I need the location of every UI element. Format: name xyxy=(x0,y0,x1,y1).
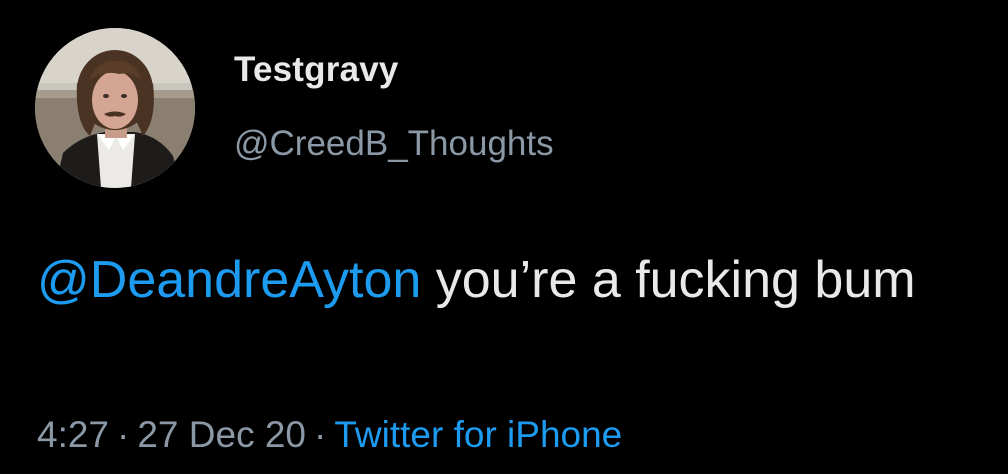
user-handle[interactable]: @CreedB_Thoughts xyxy=(234,124,554,164)
display-name[interactable]: Testgravy xyxy=(234,50,399,90)
avatar-photo xyxy=(35,28,195,188)
tweet-source-link[interactable]: Twitter for iPhone xyxy=(334,414,622,455)
tweet-meta: 4:27 · 27 Dec 20 · Twitter for iPhone xyxy=(37,414,622,456)
tweet-time: 4:27 xyxy=(37,414,110,455)
tweet: Testgravy @CreedB_Thoughts @DeandreAyton… xyxy=(0,0,1008,474)
separator-dot: · xyxy=(314,414,327,455)
tweet-date: 27 Dec 20 xyxy=(137,414,307,455)
tweet-text: @DeandreAyton you’re a fucking bum xyxy=(37,240,987,320)
mention-link[interactable]: @DeandreAyton xyxy=(37,251,421,309)
tweet-body: you’re a fucking bum xyxy=(421,251,916,309)
separator-dot: · xyxy=(117,414,130,455)
avatar[interactable] xyxy=(35,28,195,188)
